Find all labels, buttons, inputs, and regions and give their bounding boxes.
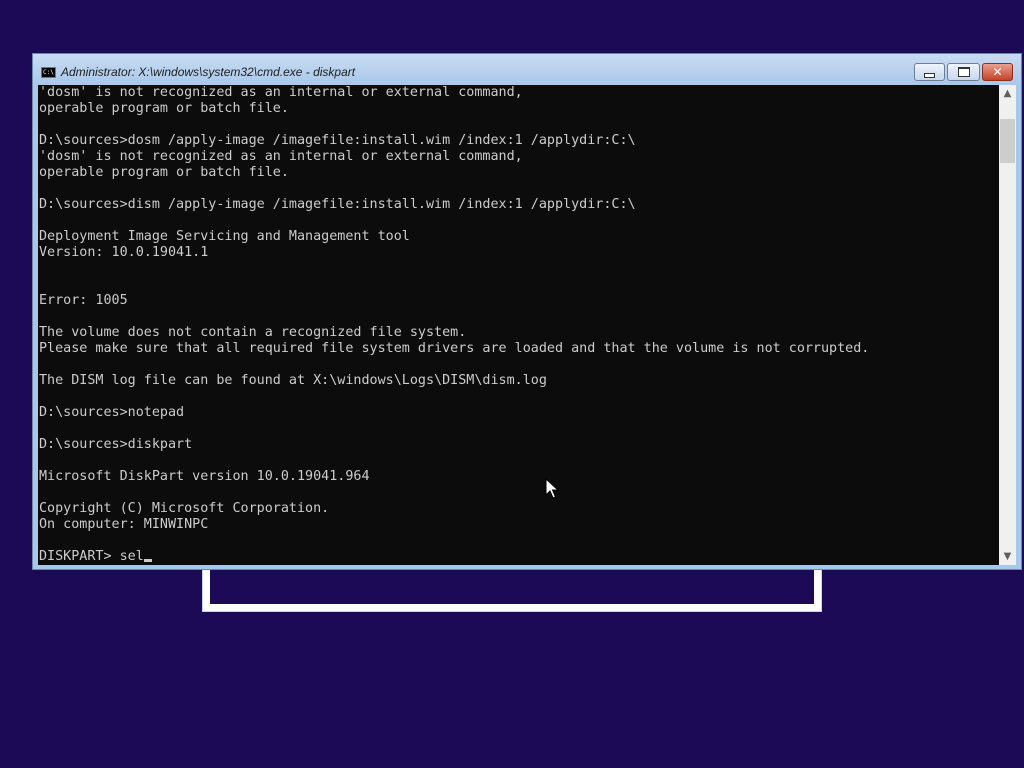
- title-bar[interactable]: C:\ Administrator: X:\windows\system32\c…: [33, 54, 1021, 86]
- console-line: 'dosm' is not recognized as an internal …: [39, 149, 523, 164]
- minimize-icon: [924, 72, 935, 78]
- console-line: operable program or batch file.: [39, 165, 289, 180]
- console-line: 'dosm' is not recognized as an internal …: [39, 85, 523, 100]
- minimize-button[interactable]: [914, 63, 945, 81]
- console-line: Version: 10.0.19041.1: [39, 245, 209, 260]
- vertical-scrollbar[interactable]: ▲ ▼: [999, 85, 1016, 565]
- console-text: 'dosm' is not recognized as an internal …: [38, 85, 999, 565]
- console-line: Error: 1005: [39, 293, 128, 308]
- maximize-button[interactable]: [947, 63, 980, 81]
- cmd-app-icon[interactable]: C:\: [41, 67, 56, 78]
- console-line: The volume does not contain a recognized…: [39, 325, 467, 340]
- text-cursor: [143, 559, 152, 562]
- scroll-thumb[interactable]: [1000, 119, 1015, 163]
- diskpart-prompt: DISKPART>: [39, 549, 120, 564]
- window-title: Administrator: X:\windows\system32\cmd.e…: [61, 65, 356, 79]
- console-line: operable program or batch file.: [39, 101, 289, 116]
- close-button[interactable]: ✕: [982, 63, 1013, 81]
- command-input[interactable]: sel: [120, 549, 144, 564]
- console-line: D:\sources>dism /apply-image /imagefile:…: [39, 197, 636, 212]
- console-line: Copyright (C) Microsoft Corporation.: [39, 501, 330, 516]
- console-output[interactable]: 'dosm' is not recognized as an internal …: [38, 85, 999, 565]
- console-line: Please make sure that all required file …: [39, 341, 870, 356]
- console-line: D:\sources>notepad: [39, 405, 185, 420]
- chevron-down-icon: ▼: [1003, 551, 1012, 562]
- console-line: D:\sources>diskpart: [39, 437, 193, 452]
- close-icon: ✕: [992, 65, 1003, 79]
- console-line: Deployment Image Servicing and Managemen…: [39, 229, 410, 244]
- console-line: On computer: MINWINPC: [39, 517, 209, 532]
- console-line: Microsoft DiskPart version 10.0.19041.96…: [39, 469, 370, 484]
- console-line: The DISM log file can be found at X:\win…: [39, 373, 547, 388]
- chevron-up-icon: ▲: [1003, 88, 1012, 99]
- console-window[interactable]: C:\ Administrator: X:\windows\system32\c…: [32, 53, 1022, 570]
- mouse-pointer-icon: [545, 478, 559, 499]
- scroll-down-button[interactable]: ▼: [999, 548, 1016, 565]
- desktop: C:\ Administrator: X:\windows\system32\c…: [0, 0, 1024, 768]
- maximize-icon: [957, 67, 970, 77]
- console-line: D:\sources>dosm /apply-image /imagefile:…: [39, 133, 636, 148]
- command-prompt-line[interactable]: DISKPART> sel: [39, 549, 999, 565]
- scroll-up-button[interactable]: ▲: [999, 85, 1016, 102]
